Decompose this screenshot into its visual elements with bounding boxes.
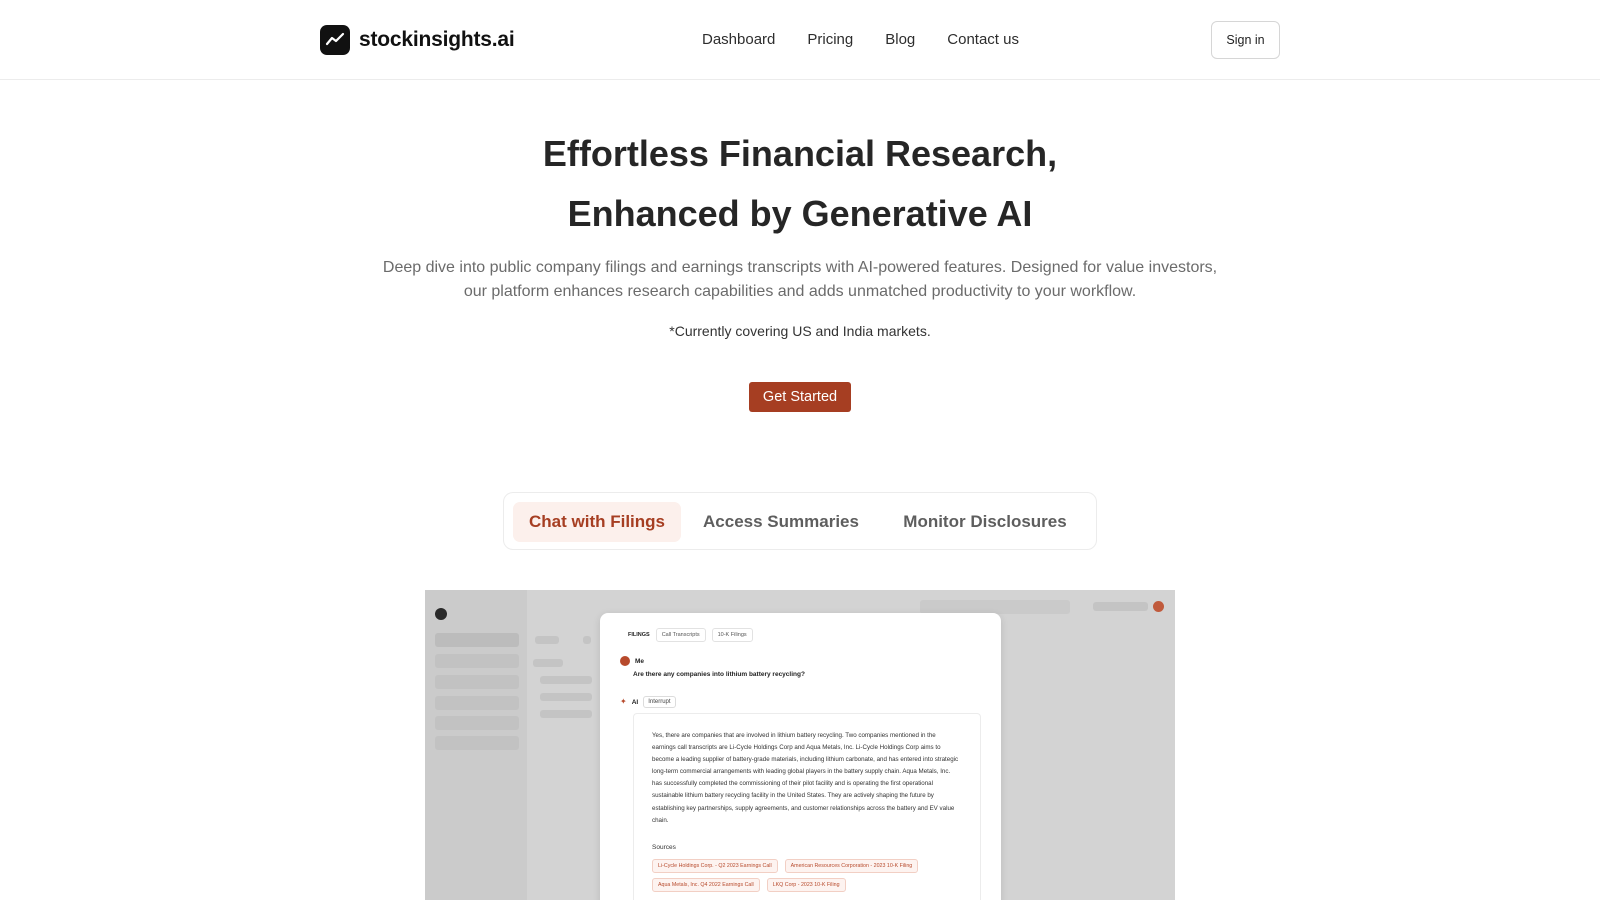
preview-sidebar-item: [435, 736, 519, 750]
nav-pricing[interactable]: Pricing: [807, 31, 853, 48]
feature-tabs: Chat with Filings Access Summaries Monit…: [503, 492, 1097, 550]
preview-search-input: [920, 600, 1070, 614]
preview-ai-answer-box: Yes, there are companies that are involv…: [633, 713, 981, 900]
preview-tab-call-transcripts: Call Transcripts: [655, 628, 706, 642]
hero-title-line-2: Enhanced by Generative AI: [567, 193, 1033, 234]
preview-user-label: Me: [635, 657, 645, 665]
preview-list-item: [540, 710, 592, 718]
nav-dashboard[interactable]: Dashboard: [702, 31, 775, 48]
brand-name: stockinsights.ai: [359, 28, 515, 51]
preview-user-name: [1093, 602, 1148, 611]
app-preview-screenshot: FILINGS Call Transcripts 10-K Filings Me…: [425, 590, 1175, 900]
preview-list-item: [540, 676, 592, 684]
preview-ai-label: AI: [631, 698, 639, 706]
hero-title: Effortless Financial Research, Enhanced …: [0, 124, 1600, 244]
preview-sources-list: Li-Cycle Holdings Corp. - Q2 2023 Earnin…: [652, 859, 962, 892]
preview-source-chip: Li-Cycle Holdings Corp. - Q2 2023 Earnin…: [652, 859, 778, 873]
main-nav: Dashboard Pricing Blog Contact us: [702, 31, 1019, 48]
preview-sidebar: [425, 590, 527, 900]
preview-list-header: [583, 636, 591, 644]
tab-monitor-disclosures[interactable]: Monitor Disclosures: [881, 502, 1089, 542]
preview-sources-label: Sources: [652, 844, 676, 851]
sparkle-icon: ✦: [620, 697, 627, 706]
preview-sidebar-item: [435, 675, 519, 689]
nav-contact[interactable]: Contact us: [947, 31, 1019, 48]
tab-access-summaries[interactable]: Access Summaries: [691, 502, 871, 542]
preview-source-chip: LKQ Corp - 2023 10-K Filing: [766, 878, 846, 892]
preview-user-message-header: Me: [620, 656, 644, 666]
brand-logo-link[interactable]: stockinsights.ai: [320, 25, 515, 55]
hero-title-line-1: Effortless Financial Research,: [542, 133, 1058, 174]
preview-source-chip: American Resources Corporation - 2023 10…: [784, 859, 919, 873]
preview-list-header: [535, 636, 559, 644]
hero-subtitle: Deep dive into public company filings an…: [382, 259, 1218, 300]
preview-logo-dot: [435, 608, 447, 620]
site-header: stockinsights.ai Dashboard Pricing Blog …: [0, 0, 1600, 80]
preview-ai-answer: Yes, there are companies that are involv…: [652, 732, 959, 824]
get-started-button[interactable]: Get Started: [749, 382, 851, 412]
preview-chat-card: FILINGS Call Transcripts 10-K Filings Me…: [600, 613, 1001, 900]
preview-source-chip: Aqua Metals, Inc. Q4 2022 Earnings Call: [652, 878, 760, 892]
preview-sidebar-item: [435, 696, 519, 710]
tab-chat-with-filings[interactable]: Chat with Filings: [513, 502, 681, 542]
nav-blog[interactable]: Blog: [885, 31, 915, 48]
preview-ai-message-header: ✦ AI Interrupt: [620, 696, 676, 708]
preview-list-item: [540, 693, 592, 701]
preview-list-item: [533, 659, 563, 667]
market-coverage-note: *Currently covering US and India markets…: [669, 323, 931, 339]
preview-tab-10k-filings: 10-K Filings: [711, 628, 753, 642]
preview-filter-tabs: FILINGS Call Transcripts 10-K Filings: [628, 628, 753, 642]
preview-sidebar-item: [435, 633, 519, 647]
preview-sidebar-item: [435, 654, 519, 668]
preview-user-question: Are there any companies into lithium bat…: [633, 671, 805, 678]
preview-user-avatar: [620, 656, 630, 666]
preview-filter-label: FILINGS: [628, 632, 650, 638]
trend-line-icon: [320, 25, 350, 55]
sign-in-button[interactable]: Sign in: [1211, 21, 1280, 59]
preview-interrupt-button: Interrupt: [643, 696, 676, 708]
preview-sidebar-item: [435, 716, 519, 730]
preview-avatar: [1153, 601, 1164, 612]
